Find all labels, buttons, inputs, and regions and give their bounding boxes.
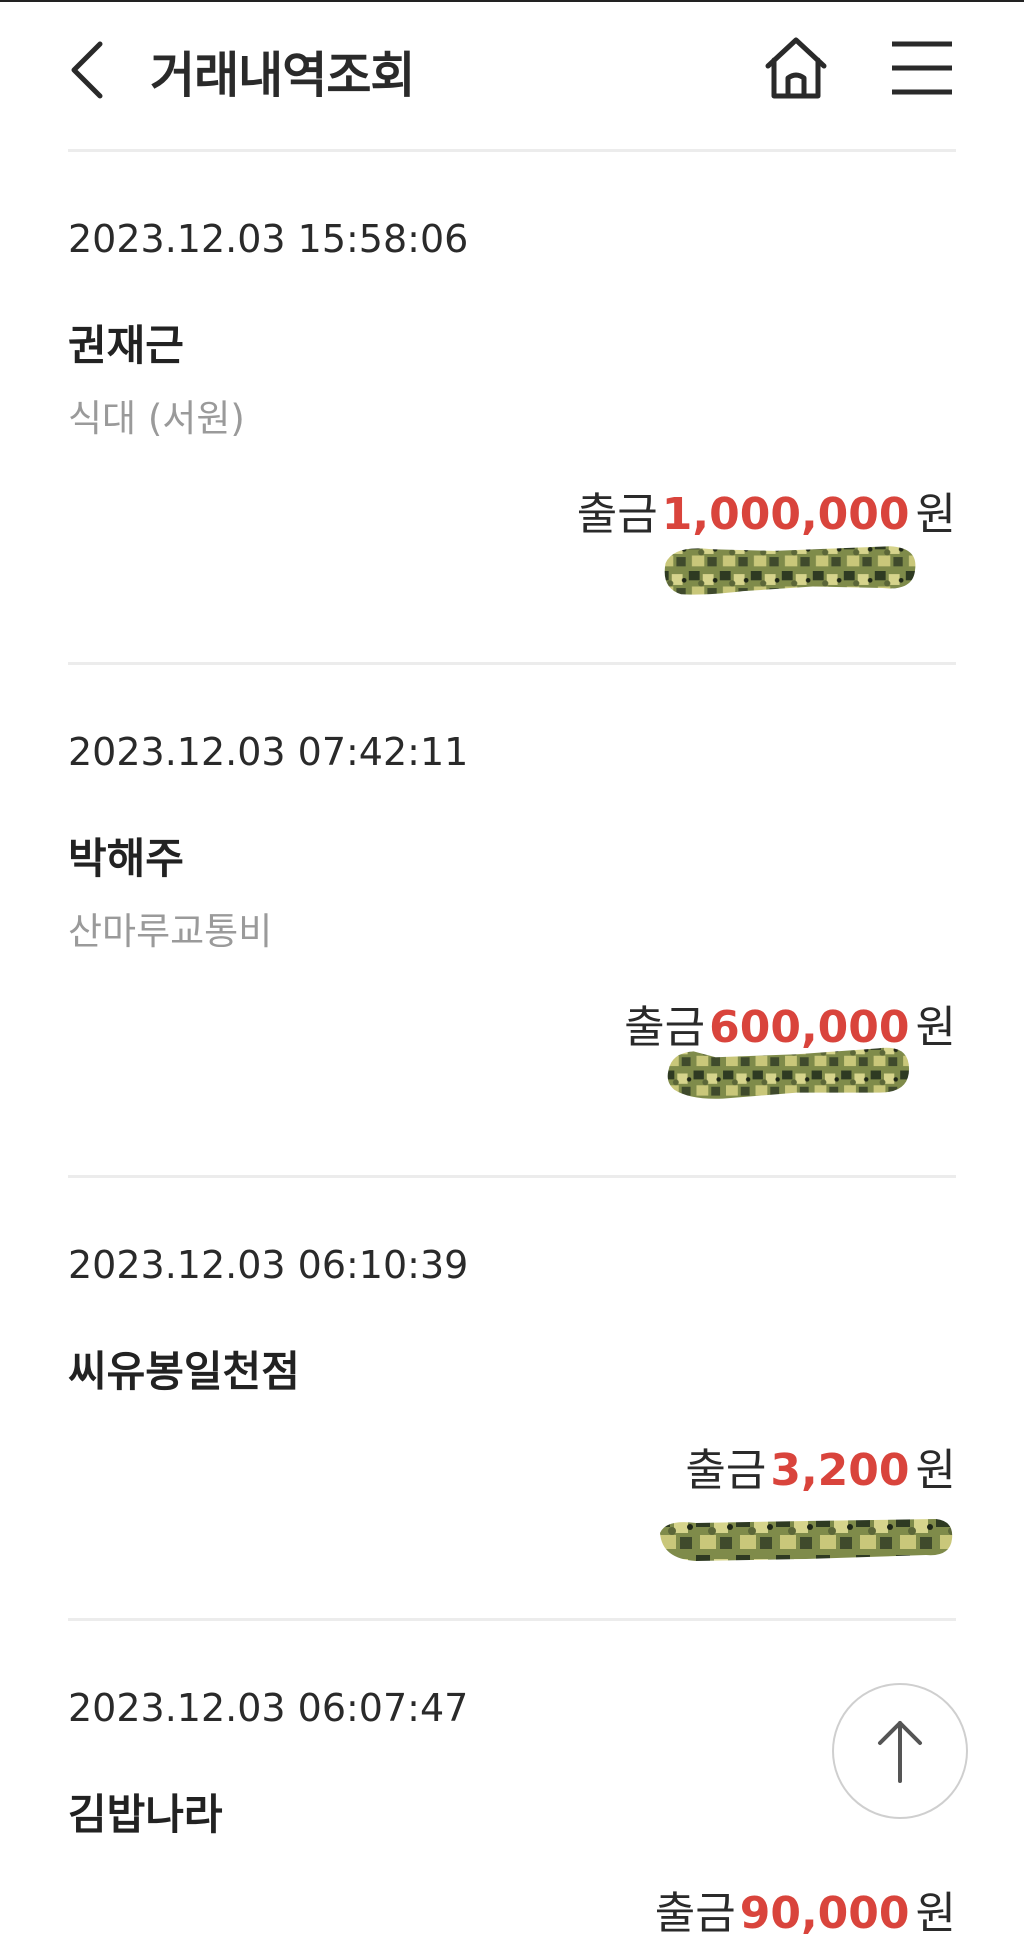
transaction-type: 출금: [576, 489, 658, 540]
transaction-type: 출금: [654, 1888, 736, 1939]
transaction-memo: 산마루교통비: [68, 910, 273, 953]
app-header: 거래내역조회: [0, 0, 1024, 150]
redacted-balance: [664, 546, 916, 595]
home-button[interactable]: [760, 32, 832, 104]
transaction-name: 박해주: [68, 834, 184, 883]
transaction-amount-line: 출금1,000,000 원: [577, 478, 956, 542]
currency-unit: 원: [915, 1445, 956, 1496]
transaction-amount: 90,000: [739, 1888, 910, 1939]
transaction-item[interactable]: 2023.12.03 07:42:11 박해주 산마루교통비 출금600,000…: [0, 665, 1024, 1175]
transaction-name: 김밥나라: [68, 1790, 223, 1839]
transaction-name: 권재근: [68, 321, 184, 370]
transaction-datetime: 2023.12.03 06:07:47: [68, 1686, 469, 1730]
hamburger-menu-icon: [892, 41, 952, 95]
home-icon: [765, 37, 827, 99]
transaction-name: 씨유봉일천점: [68, 1347, 300, 1396]
redacted-balance: [660, 1519, 953, 1561]
chevron-left-icon: [71, 41, 103, 99]
menu-button[interactable]: [890, 38, 954, 98]
transaction-datetime: 2023.12.03 15:58:06: [68, 217, 469, 261]
back-button[interactable]: [68, 38, 108, 102]
currency-unit: 원: [915, 1888, 956, 1939]
scroll-to-top-button[interactable]: [832, 1683, 968, 1819]
transaction-item[interactable]: 2023.12.03 15:58:06 권재근 식대 (서원) 출금1,000,…: [0, 152, 1024, 662]
transaction-memo: 식대 (서원): [68, 397, 245, 440]
transaction-datetime: 2023.12.03 07:42:11: [68, 730, 469, 774]
transaction-datetime: 2023.12.03 06:10:39: [68, 1243, 469, 1287]
page-title: 거래내역조회: [150, 47, 415, 104]
transaction-type: 출금: [685, 1445, 767, 1496]
redacted-balance: [667, 1047, 910, 1099]
transaction-amount-line: 출금90,000 원: [655, 1877, 956, 1941]
currency-unit: 원: [915, 489, 956, 540]
transaction-amount-line: 출금3,200 원: [685, 1434, 956, 1498]
transaction-amount: 1,000,000: [661, 489, 910, 540]
arrow-up-icon: [878, 1721, 922, 1783]
transaction-item[interactable]: 2023.12.03 06:10:39 씨유봉일천점 출금3,200 원: [0, 1178, 1024, 1618]
transaction-amount: 3,200: [770, 1445, 910, 1496]
